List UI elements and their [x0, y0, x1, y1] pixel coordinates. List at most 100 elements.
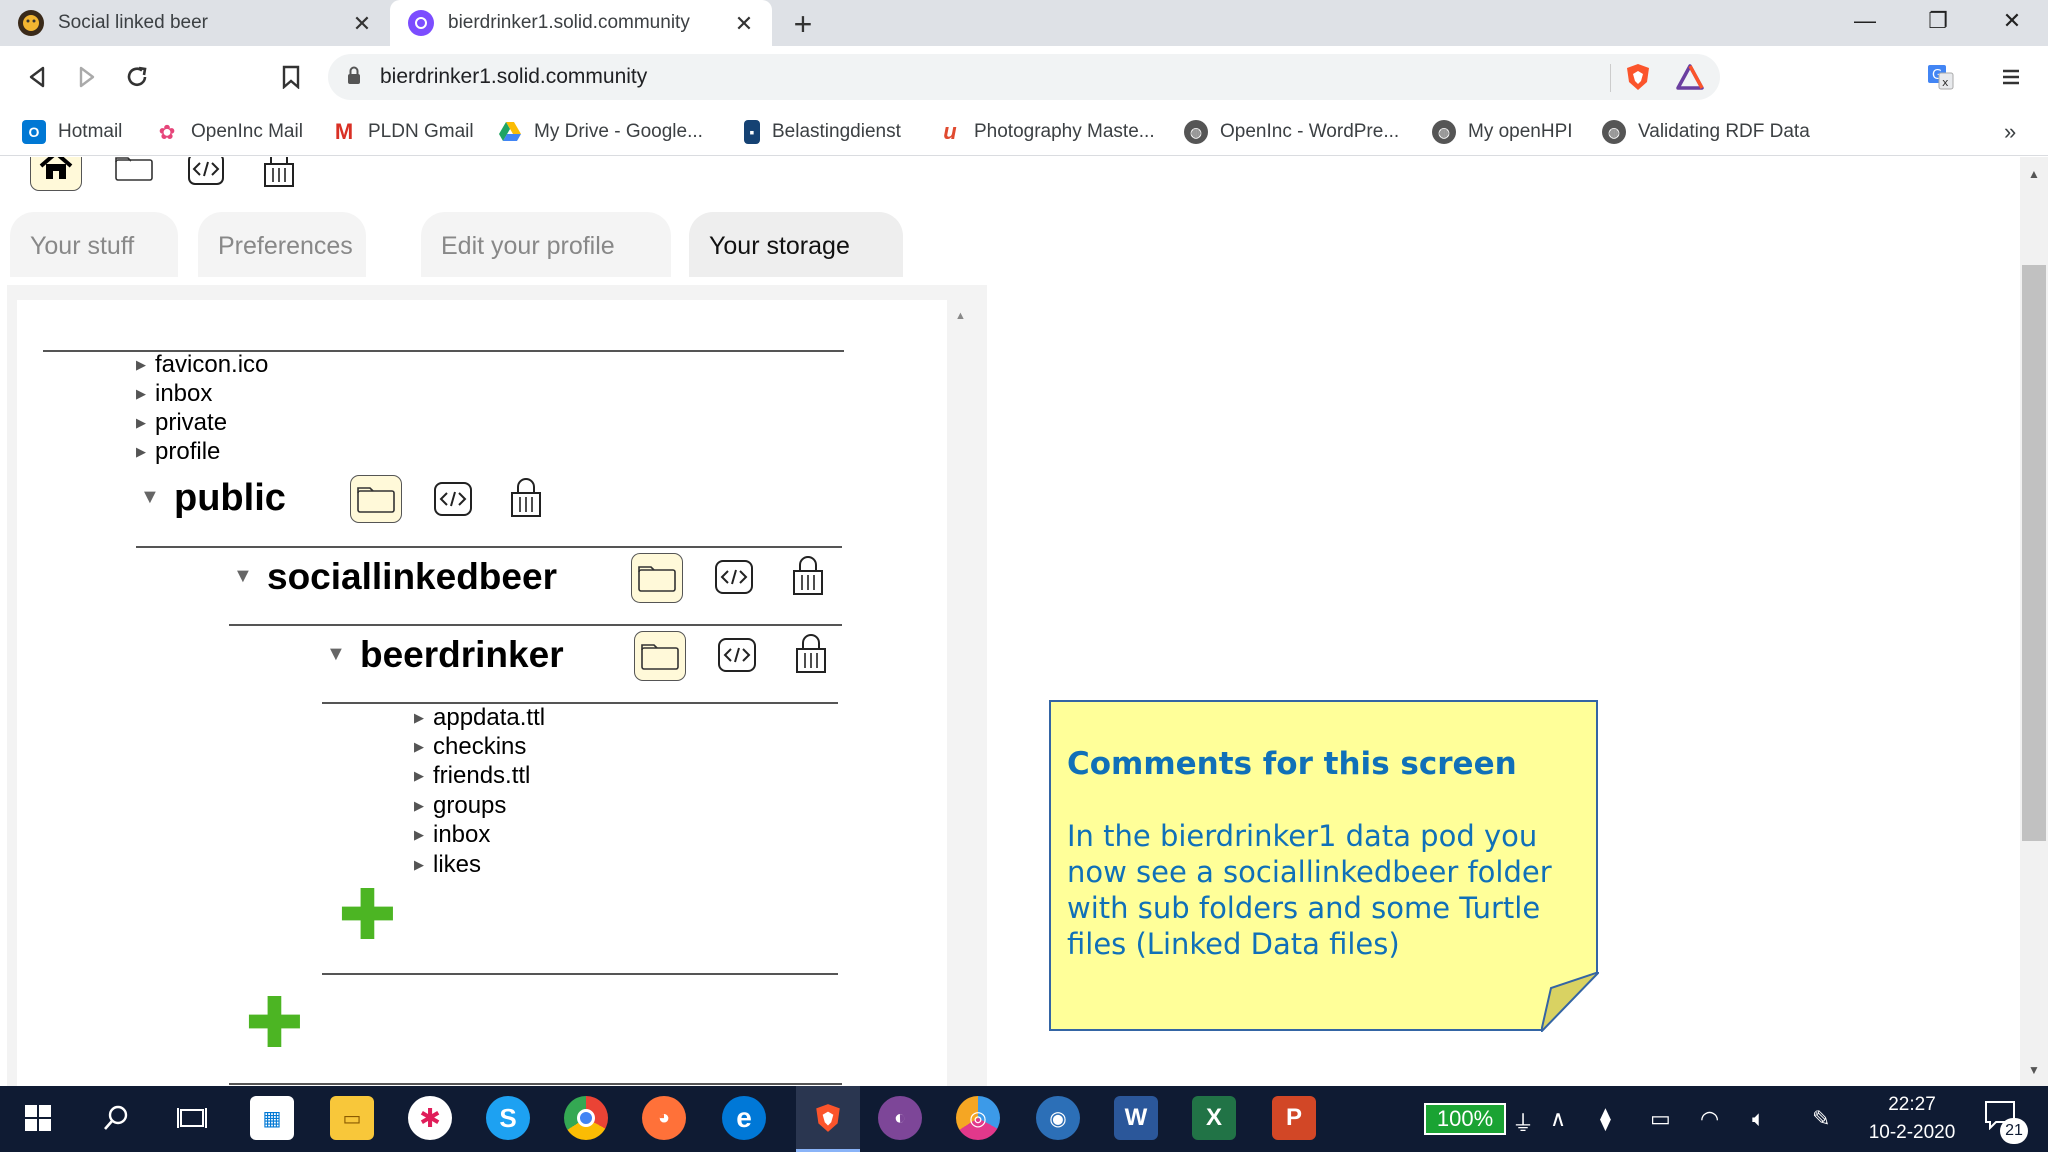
list-item[interactable]: ▶ likes: [414, 851, 481, 879]
collapse-icon[interactable]: ▼: [140, 486, 160, 509]
list-item[interactable]: ▶ inbox: [414, 821, 490, 849]
address-bar[interactable]: bierdrinker1.solid.community: [328, 54, 1720, 100]
bookmark-pldn-gmail[interactable]: M PLDN Gmail: [332, 118, 474, 146]
list-item[interactable]: ▶ groups: [414, 792, 506, 820]
brave-rewards-icon[interactable]: [1676, 63, 1704, 96]
scroll-down-icon[interactable]: ▼: [2028, 1063, 2040, 1077]
back-icon[interactable]: [20, 60, 54, 94]
folder-title-beerdrinker[interactable]: beerdrinker: [360, 634, 564, 676]
bookmark-validating-rdf[interactable]: ◍ Validating RDF Data: [1602, 118, 1810, 146]
lock-sharing-icon[interactable]: [260, 157, 298, 189]
collapse-icon[interactable]: ▼: [326, 643, 346, 666]
tab-social-linked-beer[interactable]: Social linked beer ✕: [0, 0, 390, 46]
panel-scroll-up-icon[interactable]: ▲: [955, 310, 966, 322]
edge-icon[interactable]: e: [722, 1096, 766, 1140]
lock-sharing-icon[interactable]: [792, 633, 830, 675]
skype-icon[interactable]: S: [486, 1096, 530, 1140]
list-item[interactable]: ▶ friends.ttl: [414, 762, 530, 790]
bookmark-hotmail[interactable]: O Hotmail: [22, 118, 122, 146]
minimize-icon[interactable]: —: [1845, 8, 1885, 38]
battery-indicator[interactable]: 100%: [1424, 1103, 1506, 1135]
power-plug-icon[interactable]: ⏚: [1512, 1106, 1534, 1138]
tab-bierdrinker1[interactable]: bierdrinker1.solid.community ✕: [390, 0, 772, 46]
expand-icon[interactable]: ▶: [136, 444, 152, 460]
close-tab-icon[interactable]: ✕: [350, 11, 374, 37]
lock-sharing-icon[interactable]: [507, 477, 545, 519]
wifi-icon[interactable]: ◠: [1700, 1106, 1719, 1132]
powerpoint-icon[interactable]: P: [1272, 1096, 1316, 1140]
bookmark-openinc-mail[interactable]: ✿ OpenInc Mail: [155, 118, 303, 146]
list-item[interactable]: ▶ favicon.ico: [136, 351, 268, 379]
bookmark-belastingdienst[interactable]: ▪ Belastingdienst: [744, 118, 901, 146]
volume-icon[interactable]: 🔈︎: [1752, 1106, 1765, 1132]
tab-edit-your-profile[interactable]: Edit your profile: [421, 212, 671, 277]
folder-title-sociallinkedbeer[interactable]: sociallinkedbeer: [267, 556, 557, 598]
chevron-up-icon[interactable]: ∧: [1550, 1106, 1566, 1132]
tor-browser-icon[interactable]: ◐: [878, 1096, 922, 1140]
file-explorer-icon[interactable]: ▭: [330, 1096, 374, 1140]
chrome-icon[interactable]: [564, 1096, 608, 1140]
list-item[interactable]: ▶ profile: [136, 438, 220, 466]
bookmark-my-openhpi[interactable]: ◍ My openHPI: [1432, 118, 1573, 146]
expand-icon[interactable]: ▶: [414, 710, 430, 726]
list-item[interactable]: ▶ checkins: [414, 733, 526, 761]
forward-icon[interactable]: [70, 60, 104, 94]
page-scrollbar[interactable]: ▲ ▼: [2020, 157, 2048, 1086]
task-view-icon[interactable]: [170, 1096, 214, 1140]
clock-date[interactable]: 10-2-2020: [1862, 1122, 1962, 1144]
brave-taskbar-button[interactable]: [796, 1086, 860, 1152]
translate-icon[interactable]: Gx: [1924, 60, 1958, 94]
code-icon[interactable]: [186, 157, 226, 187]
expand-icon[interactable]: ▶: [414, 798, 430, 814]
folder-view-button[interactable]: [634, 631, 686, 681]
close-tab-icon[interactable]: ✕: [732, 11, 756, 37]
bookmark-my-drive[interactable]: My Drive - Google...: [498, 118, 703, 146]
code-icon[interactable]: [716, 635, 758, 675]
add-button[interactable]: ✚: [338, 880, 397, 950]
expand-icon[interactable]: ▶: [136, 357, 152, 373]
expand-icon[interactable]: ▶: [414, 827, 430, 843]
folder-view-button[interactable]: [350, 475, 402, 523]
excel-icon[interactable]: X: [1192, 1096, 1236, 1140]
list-item[interactable]: ▶ inbox: [136, 380, 212, 408]
restore-icon[interactable]: ❐: [1918, 8, 1958, 38]
list-item[interactable]: ▶ appdata.ttl: [414, 704, 545, 732]
add-button[interactable]: ✚: [245, 988, 304, 1058]
expand-icon[interactable]: ▶: [136, 386, 152, 402]
clock-time[interactable]: 22:27: [1862, 1094, 1962, 1116]
code-icon[interactable]: [432, 479, 474, 519]
close-window-icon[interactable]: ✕: [1992, 8, 2032, 38]
firefox-icon[interactable]: ◕: [642, 1096, 686, 1140]
menu-icon[interactable]: [1994, 60, 2028, 94]
expand-icon[interactable]: ▶: [136, 415, 152, 431]
store-icon[interactable]: ▦: [250, 1096, 294, 1140]
list-item[interactable]: ▶ private: [136, 409, 227, 437]
pen-icon[interactable]: ✎: [1812, 1106, 1830, 1132]
slack-icon[interactable]: ✱: [408, 1096, 452, 1140]
bookmark-photography[interactable]: u Photography Maste...: [938, 118, 1155, 146]
expand-icon[interactable]: ▶: [414, 768, 430, 784]
start-icon[interactable]: [16, 1096, 60, 1140]
lock-sharing-icon[interactable]: [789, 555, 827, 597]
battery-icon[interactable]: ▭: [1650, 1106, 1671, 1132]
folder-title-public[interactable]: public: [174, 477, 286, 520]
home-button[interactable]: [30, 157, 82, 191]
globe-app-icon[interactable]: ◉: [1036, 1096, 1080, 1140]
expand-icon[interactable]: ▶: [414, 857, 430, 873]
code-icon[interactable]: [713, 557, 755, 597]
reload-icon[interactable]: [120, 60, 154, 94]
expand-icon[interactable]: ▶: [414, 739, 430, 755]
tab-your-storage[interactable]: Your storage: [689, 212, 903, 277]
bookmark-icon[interactable]: [274, 60, 308, 94]
brave-shield-icon[interactable]: [1624, 62, 1652, 97]
dropbox-icon[interactable]: ⧫: [1600, 1106, 1611, 1132]
folder-view-button[interactable]: [631, 553, 683, 603]
bookmarks-overflow-button[interactable]: »: [2004, 118, 2016, 146]
word-icon[interactable]: W: [1114, 1096, 1158, 1140]
scroll-up-icon[interactable]: ▲: [2028, 167, 2040, 181]
new-tab-button[interactable]: +: [788, 6, 818, 43]
spectrum-icon[interactable]: ◎: [956, 1096, 1000, 1140]
tab-your-stuff[interactable]: Your stuff: [10, 212, 178, 277]
search-icon[interactable]: [94, 1096, 138, 1140]
scrollbar-thumb[interactable]: [2022, 265, 2046, 841]
